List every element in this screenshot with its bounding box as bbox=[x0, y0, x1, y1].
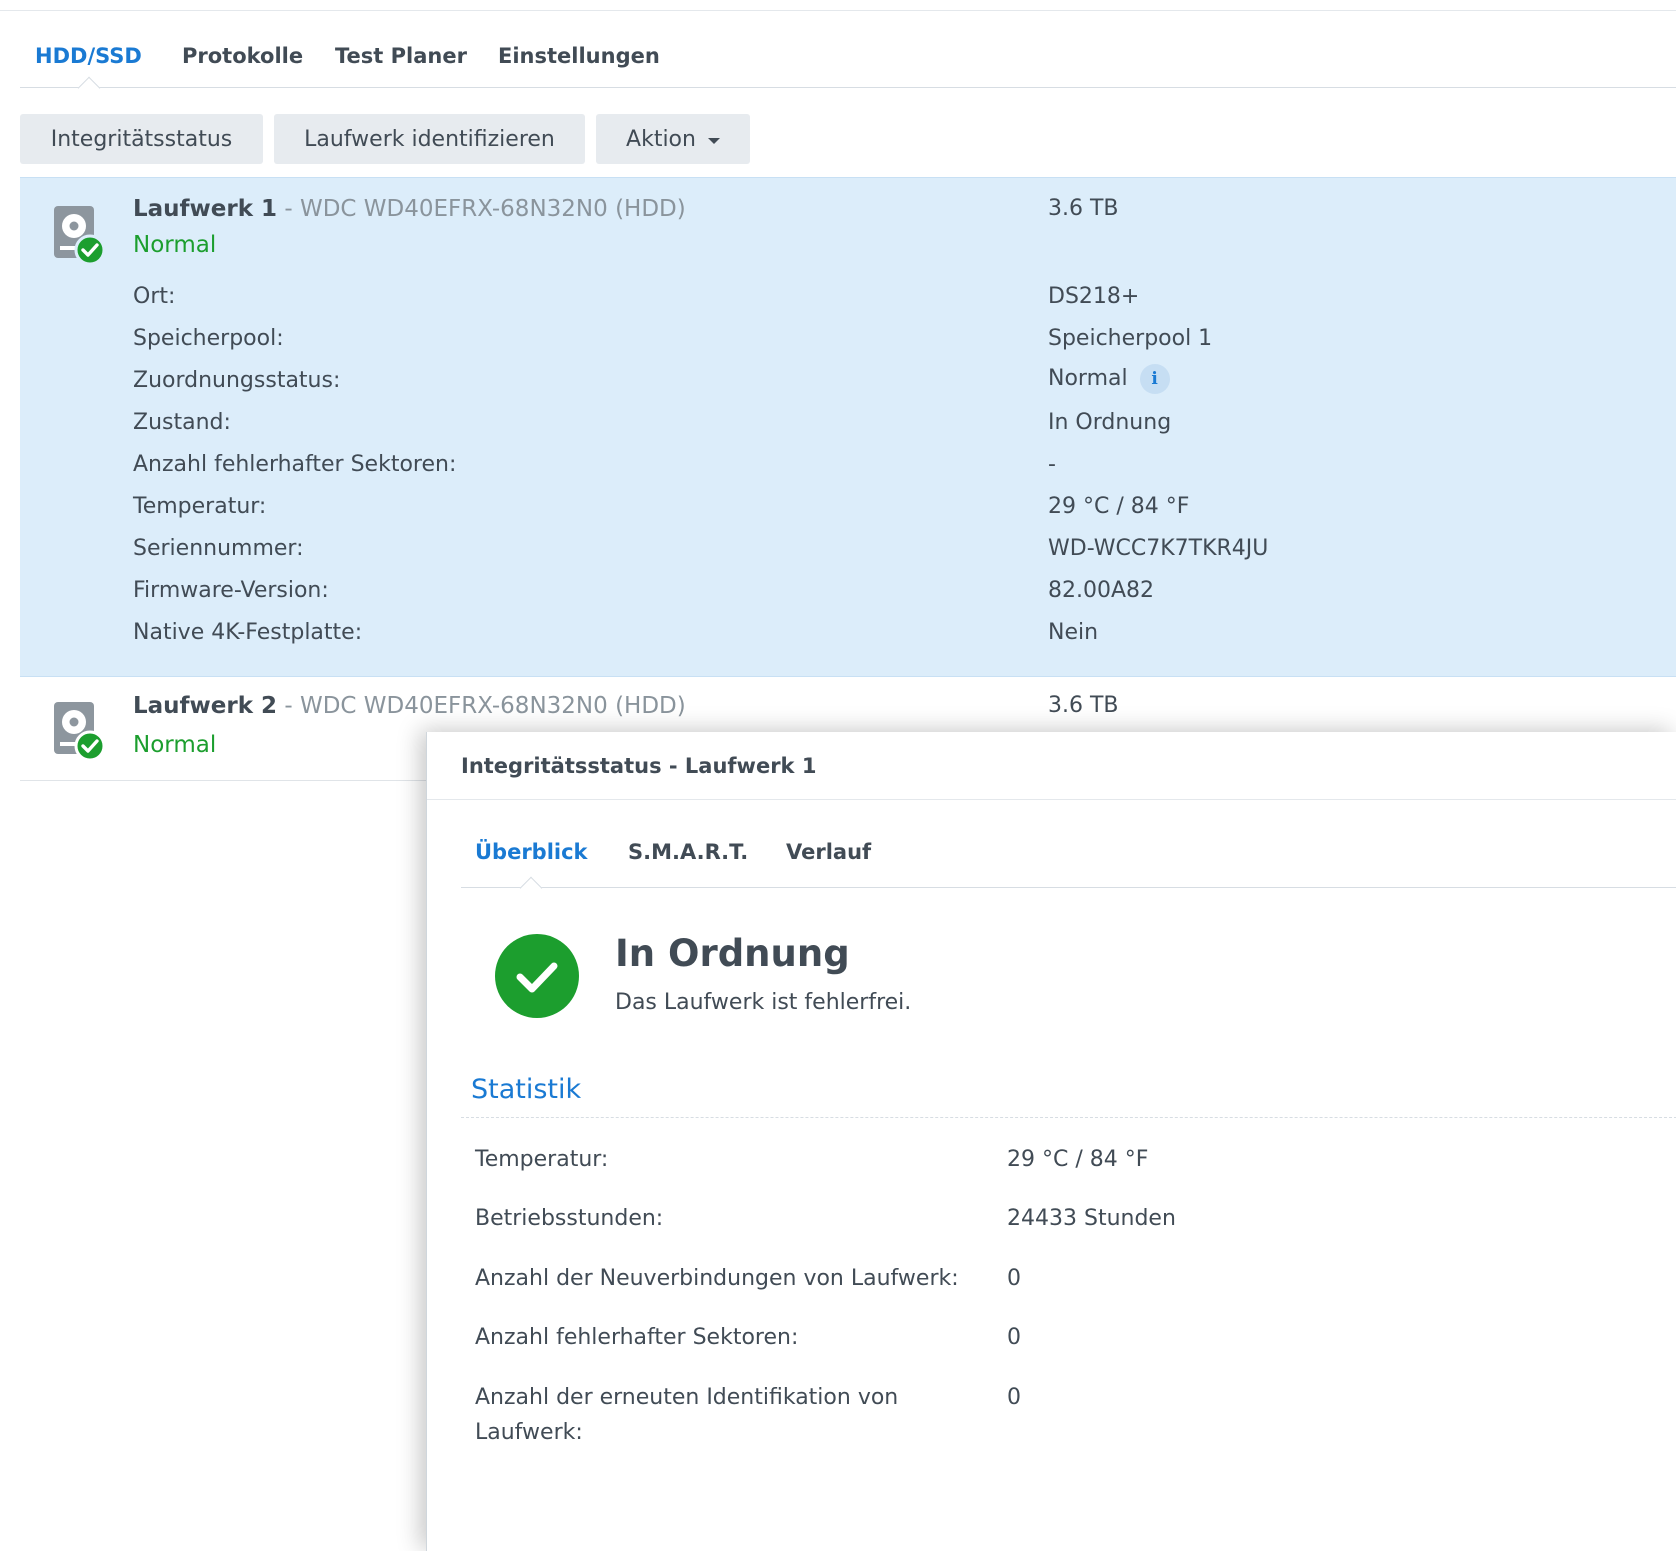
detail-value-location: DS218+ bbox=[1048, 284, 1140, 309]
detail-label-location: Ort: bbox=[133, 284, 176, 309]
section-divider bbox=[461, 1117, 1676, 1118]
health-status-description: Das Laufwerk ist fehlerfrei. bbox=[615, 990, 912, 1015]
drive-status: Normal bbox=[133, 232, 217, 258]
stat-label-reidentification: Anzahl der erneuten Identifikation von L… bbox=[475, 1385, 899, 1445]
statistics-section-title: Statistik bbox=[471, 1074, 582, 1105]
detail-label-bad-sectors: Anzahl fehlerhafter Sektoren: bbox=[133, 452, 457, 477]
stat-label-temperature: Temperatur: bbox=[475, 1147, 609, 1172]
tab-overview[interactable]: Überblick bbox=[475, 840, 588, 864]
drive-model: - WDC WD40EFRX-68N32N0 (HDD) bbox=[277, 196, 686, 222]
drive-title: Laufwerk 1 - WDC WD40EFRX-68N32N0 (HDD) bbox=[133, 196, 686, 222]
detail-label-storage-pool: Speicherpool: bbox=[133, 326, 284, 351]
action-dropdown-button[interactable]: Aktion bbox=[596, 114, 750, 164]
stat-value-temperature: 29 °C / 84 °F bbox=[1007, 1147, 1149, 1172]
dialog-tab-bar: Überblick S.M.A.R.T. Verlauf bbox=[461, 840, 1676, 900]
drive-capacity: 3.6 TB bbox=[1048, 693, 1119, 718]
chevron-down-icon bbox=[707, 137, 720, 144]
detail-value-temperature: 29 °C / 84 °F bbox=[1048, 494, 1190, 519]
drive-name: Laufwerk 2 bbox=[133, 693, 278, 719]
identify-drive-button[interactable]: Laufwerk identifizieren bbox=[274, 114, 585, 164]
tab-protokolle[interactable]: Protokolle bbox=[182, 44, 303, 68]
tab-test-planer[interactable]: Test Planer bbox=[335, 44, 467, 68]
info-icon[interactable]: i bbox=[1139, 364, 1170, 394]
stat-value-reconnections: 0 bbox=[1007, 1266, 1021, 1291]
detail-value-bad-sectors: - bbox=[1048, 452, 1056, 477]
health-status-button[interactable]: Integritätsstatus bbox=[20, 114, 263, 164]
hdd-ok-icon bbox=[54, 702, 106, 762]
tab-smart[interactable]: S.M.A.R.T. bbox=[628, 840, 748, 864]
detail-label-firmware: Firmware-Version: bbox=[133, 578, 329, 603]
drive-status: Normal bbox=[133, 732, 217, 758]
health-status-button-label: Integritätsstatus bbox=[50, 126, 233, 152]
tab-einstellungen[interactable]: Einstellungen bbox=[498, 44, 660, 68]
detail-value-condition: In Ordnung bbox=[1048, 410, 1172, 435]
drive-name: Laufwerk 1 bbox=[133, 196, 278, 222]
drive-capacity: 3.6 TB bbox=[1048, 196, 1119, 221]
drive-title: Laufwerk 2 - WDC WD40EFRX-68N32N0 (HDD) bbox=[133, 693, 686, 719]
detail-label-temperature: Temperatur: bbox=[133, 494, 267, 519]
dialog-header[interactable]: Integritätsstatus - Laufwerk 1 bbox=[427, 732, 1676, 800]
action-dropdown-label: Aktion bbox=[626, 126, 696, 152]
detail-label-serial: Seriennummer: bbox=[133, 536, 304, 561]
detail-value-serial: WD-WCC7K7TKR4JU bbox=[1048, 536, 1269, 561]
detail-label-native-4k: Native 4K-Festplatte: bbox=[133, 620, 363, 645]
stat-value-bad-sectors: 0 bbox=[1007, 1325, 1021, 1350]
drive-row-selected[interactable]: Laufwerk 1 - WDC WD40EFRX-68N32N0 (HDD) … bbox=[20, 177, 1676, 677]
stat-label-bad-sectors: Anzahl fehlerhafter Sektoren: bbox=[475, 1325, 799, 1350]
top-divider bbox=[0, 10, 1676, 11]
stat-value-power-on-hours: 24433 Stunden bbox=[1007, 1206, 1176, 1231]
health-ok-check-icon bbox=[495, 934, 579, 1018]
active-tab-indicator bbox=[519, 876, 543, 900]
hdd-ok-icon bbox=[54, 206, 106, 266]
drive-model: - WDC WD40EFRX-68N32N0 (HDD) bbox=[277, 693, 686, 719]
main-tab-bar: HDD/SSD Protokolle Test Planer Einstellu… bbox=[20, 40, 1676, 100]
dialog-title: Integritätsstatus - Laufwerk 1 bbox=[461, 754, 817, 778]
identify-drive-button-label: Laufwerk identifizieren bbox=[304, 126, 555, 152]
allocation-status-text: Normal bbox=[1048, 366, 1128, 391]
stat-value-reidentification: 0 bbox=[1007, 1385, 1021, 1410]
detail-value-firmware: 82.00A82 bbox=[1048, 578, 1155, 603]
stat-label-reconnections: Anzahl der Neuverbindungen von Laufwerk: bbox=[475, 1266, 959, 1291]
detail-value-native-4k: Nein bbox=[1048, 620, 1099, 645]
tab-history[interactable]: Verlauf bbox=[786, 840, 871, 864]
detail-value-allocation-status: Normal i bbox=[1048, 364, 1170, 394]
health-status-dialog: Integritätsstatus - Laufwerk 1 Überblick… bbox=[426, 732, 1676, 1551]
detail-label-condition: Zustand: bbox=[133, 410, 231, 435]
active-tab-indicator bbox=[77, 76, 101, 100]
stat-label-power-on-hours: Betriebsstunden: bbox=[475, 1206, 664, 1231]
tab-hdd-ssd[interactable]: HDD/SSD bbox=[35, 44, 142, 68]
health-status-title: In Ordnung bbox=[615, 932, 850, 975]
detail-label-allocation-status: Zuordnungsstatus: bbox=[133, 368, 341, 393]
detail-value-storage-pool: Speicherpool 1 bbox=[1048, 326, 1213, 351]
